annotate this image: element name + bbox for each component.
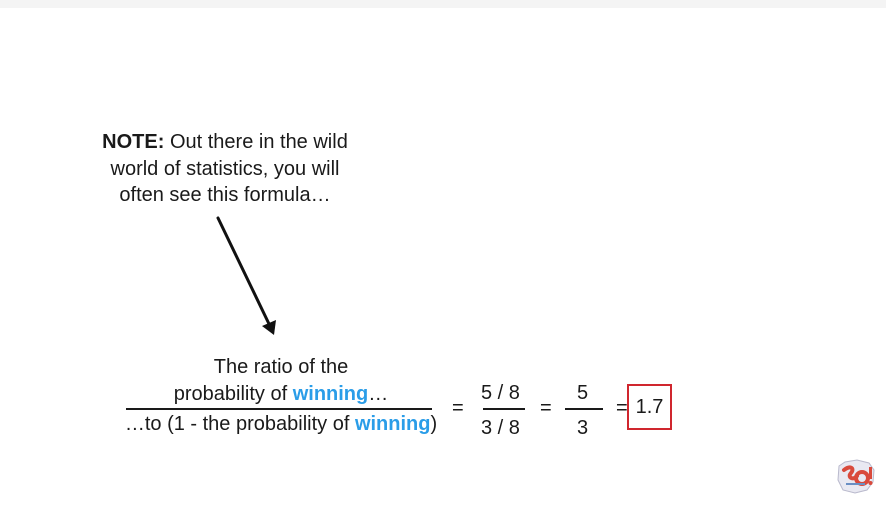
denominator-prefix: …to (1 - the probability of: [124, 413, 355, 435]
fraction-2-numerator: 5 / 8: [481, 382, 520, 404]
numerator-prefix: probability of: [173, 383, 293, 405]
denominator-highlight: winning: [354, 413, 431, 435]
fraction-2-bar: [483, 408, 525, 410]
fraction-3-bar: [565, 408, 603, 410]
fraction-2-denominator: 3 / 8: [481, 417, 520, 439]
statquest-so-logo-icon: [837, 459, 875, 494]
numerator-line-2: probability of winning…: [100, 381, 462, 408]
denominator-suffix: ): [430, 413, 438, 435]
result-value: 1.7: [635, 396, 664, 418]
numerator-line-1: The ratio of the: [213, 356, 349, 378]
numerator-highlight: winning: [292, 383, 369, 405]
main-fraction-bar: [126, 408, 432, 410]
numerator-suffix: …: [368, 383, 389, 405]
equals-sign-1: =: [452, 397, 464, 419]
equals-sign-3: =: [616, 397, 628, 419]
result-box: 1.7: [627, 384, 672, 430]
fraction-3-denominator: 3: [577, 417, 589, 439]
equals-sign-2: =: [540, 397, 552, 419]
fraction-3-numerator: 5: [577, 382, 589, 404]
formula-denominator: …to (1 - the probability of winning): [100, 413, 462, 436]
formula-numerator: The ratio of the probability of winning…: [100, 354, 462, 408]
